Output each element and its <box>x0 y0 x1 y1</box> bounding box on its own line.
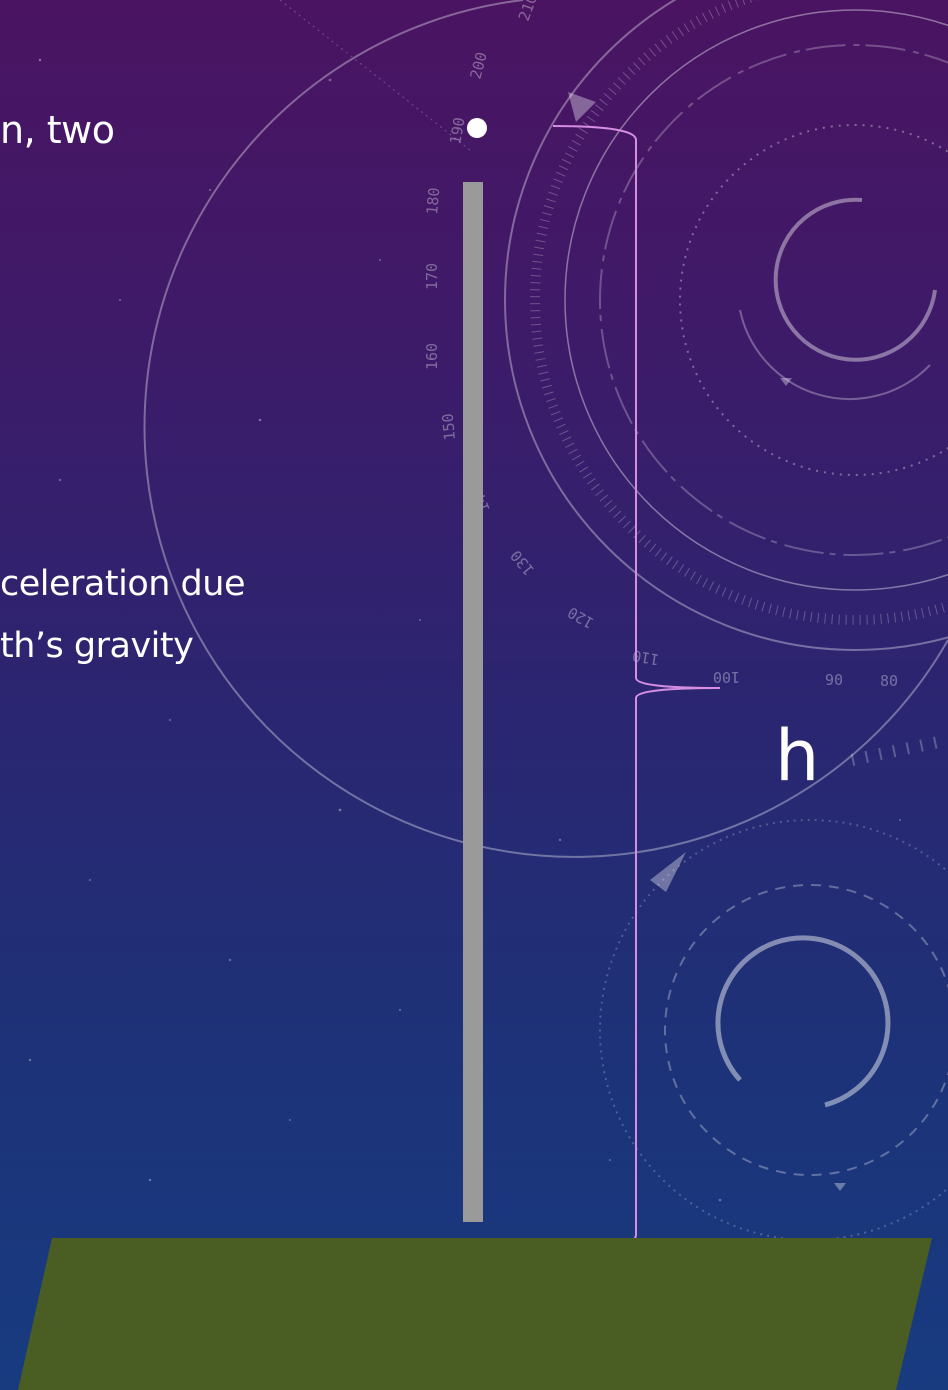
ground-plane <box>18 1238 932 1390</box>
slide-canvas: 2102001901801701601501401301201101009080… <box>0 0 948 1390</box>
